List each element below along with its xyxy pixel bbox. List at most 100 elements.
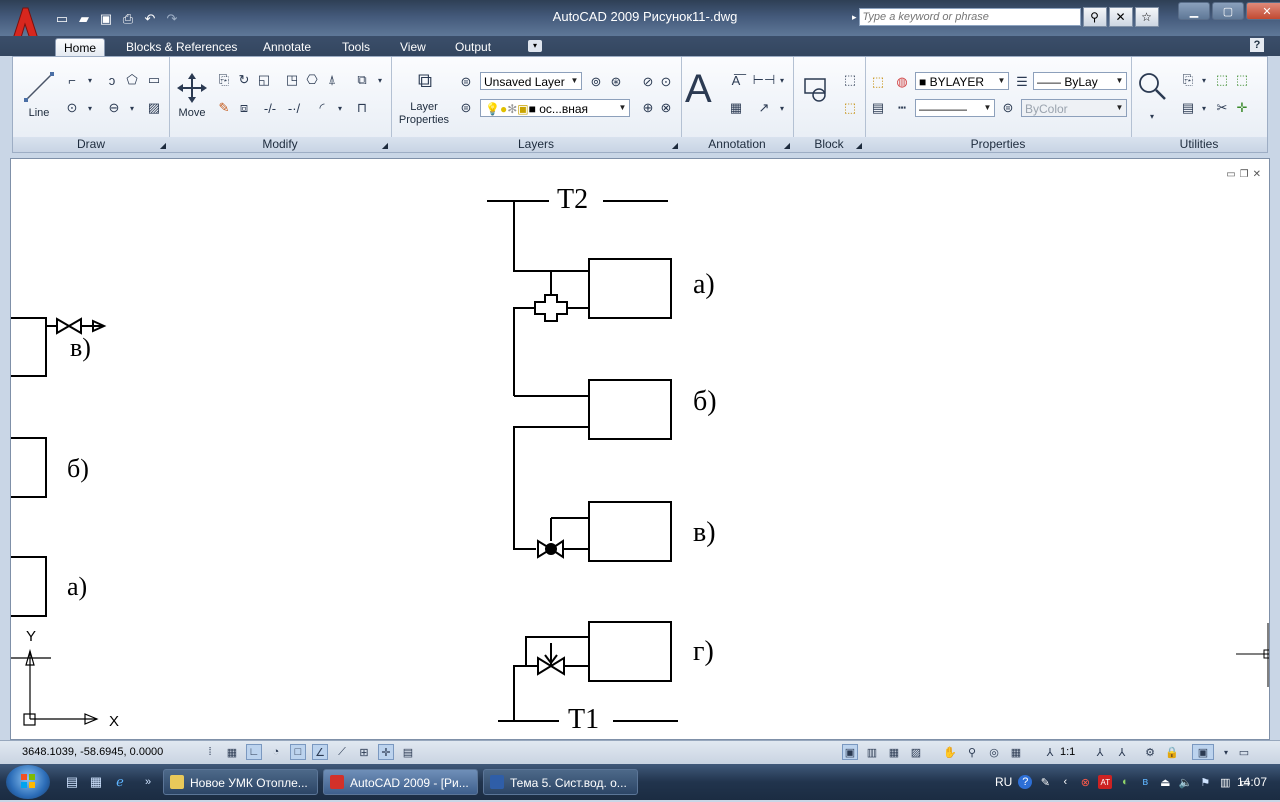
- polyline-icon[interactable]: ⌐: [63, 71, 81, 89]
- list-icon[interactable]: ▤: [869, 99, 887, 117]
- ellipse-icon[interactable]: ⊖: [105, 99, 123, 117]
- layers-panel-title[interactable]: Layers ◢: [391, 137, 681, 152]
- search-icon[interactable]: ⚲: [1082, 7, 1107, 27]
- save-icon[interactable]: ▣: [96, 10, 116, 28]
- circle-dropdown-icon[interactable]: ▾: [81, 99, 99, 117]
- layer-walk-icon[interactable]: ⊕: [639, 99, 657, 117]
- status-bar-menu-icon[interactable]: ▾: [1218, 744, 1234, 760]
- block-panel-title[interactable]: Block ◢: [793, 137, 865, 152]
- layer-unisolate-icon[interactable]: ⊙: [657, 73, 675, 91]
- paste-dropdown-icon[interactable]: ▾: [1195, 99, 1213, 117]
- mirror-icon[interactable]: ⍋: [323, 71, 341, 89]
- layer-properties-icon[interactable]: ⧉: [411, 67, 439, 95]
- zoom-status-icon[interactable]: ⚲: [964, 744, 980, 760]
- single-line-text-icon[interactable]: A͞: [727, 71, 745, 89]
- new-file-icon[interactable]: ▭: [52, 10, 72, 28]
- layout2-icon[interactable]: ▦: [886, 744, 902, 760]
- auto-scale-icon[interactable]: ⅄: [1114, 744, 1130, 760]
- internet-explorer-icon[interactable]: ℯ: [112, 774, 128, 790]
- model-space-icon[interactable]: ▣: [842, 744, 858, 760]
- annotation-visibility-icon[interactable]: ⅄: [1092, 744, 1108, 760]
- showmotion-icon[interactable]: ▦: [1008, 744, 1024, 760]
- ortho-icon[interactable]: ∟: [246, 744, 262, 760]
- color-wheel-icon[interactable]: ◍: [893, 73, 911, 91]
- layer-merge-icon[interactable]: ⊗: [657, 99, 675, 117]
- annotation-scale-dropdown[interactable]: 1:1: [1060, 746, 1075, 758]
- multiline-text-button[interactable]: A: [685, 67, 712, 112]
- properties-panel-title[interactable]: Properties: [865, 137, 1131, 152]
- stretch-icon[interactable]: ◳: [283, 71, 301, 89]
- line-tool-label[interactable]: Line: [25, 107, 53, 119]
- taskbar-item-folder[interactable]: Новое УМК Отопле...: [163, 769, 318, 795]
- quick-view-layouts-icon[interactable]: ▨: [908, 744, 924, 760]
- abbyy-icon[interactable]: AT: [1098, 775, 1113, 789]
- taskbar-item-word[interactable]: Тема 5. Сист.вод. о...: [483, 769, 638, 795]
- network-icon[interactable]: ▥: [1218, 775, 1232, 789]
- grid-icon[interactable]: ▦: [224, 744, 240, 760]
- clipboard-dropdown-icon[interactable]: ▾: [1195, 71, 1213, 89]
- language-indicator[interactable]: RU: [995, 775, 1012, 789]
- draw-panel-title[interactable]: Draw ◢: [13, 137, 169, 152]
- insert-block-icon[interactable]: [801, 73, 833, 105]
- trim-icon[interactable]: -/-: [261, 99, 279, 117]
- help-icon[interactable]: ?: [1250, 38, 1264, 52]
- action-center-icon[interactable]: ⚑: [1198, 775, 1212, 789]
- modify-panel-title[interactable]: Modify ◢: [169, 137, 391, 152]
- color-dropdown[interactable]: ■ BYLAYER ▼: [915, 72, 1009, 90]
- layout1-icon[interactable]: ▥: [864, 744, 880, 760]
- fillet-icon[interactable]: ◜: [313, 99, 331, 117]
- layer-state-icon[interactable]: ⊜: [457, 73, 475, 91]
- point-style-icon[interactable]: ✛: [1233, 99, 1251, 117]
- clean-screen-icon[interactable]: ▣: [1192, 744, 1214, 760]
- hatch-icon[interactable]: ▨: [145, 99, 163, 117]
- polyline-dropdown-icon[interactable]: ▾: [81, 71, 99, 89]
- restore-icon[interactable]: ❐: [1240, 169, 1249, 180]
- start-button[interactable]: [6, 765, 50, 799]
- fillet-dropdown-icon[interactable]: ▾: [331, 99, 349, 117]
- rectangle-icon[interactable]: ▭: [145, 71, 163, 89]
- close-icon[interactable]: ✕: [1253, 169, 1261, 180]
- antivirus-icon[interactable]: ⊗: [1078, 775, 1092, 789]
- layer-dropdown[interactable]: Unsaved Layer ▼: [480, 72, 582, 90]
- layer-previous-icon[interactable]: ⊛: [607, 73, 625, 91]
- help-tray-icon[interactable]: ?: [1018, 775, 1033, 789]
- array-icon[interactable]: ⎔: [303, 71, 321, 89]
- tab-output[interactable]: Output: [447, 38, 499, 56]
- object-snap-tracking-icon[interactable]: ∠: [312, 744, 328, 760]
- leader-icon[interactable]: ↗: [755, 99, 773, 117]
- copy-icon[interactable]: ⎘: [215, 71, 233, 89]
- leader-dropdown-icon[interactable]: ▾: [773, 99, 791, 117]
- minimize-button[interactable]: ▁: [1178, 2, 1210, 20]
- annotation-scale-icon[interactable]: ⅄: [1042, 744, 1058, 760]
- zoom-dropdown-icon[interactable]: ▾: [1143, 107, 1161, 125]
- annotation-panel-title[interactable]: Annotation ◢: [681, 137, 793, 152]
- move-tool-icon[interactable]: [177, 73, 207, 103]
- volume-icon[interactable]: 🔈: [1178, 775, 1192, 789]
- switch-windows-icon[interactable]: ▦: [88, 774, 104, 790]
- communication-center-icon[interactable]: ✕: [1108, 7, 1133, 27]
- layer-state-dropdown[interactable]: 💡●✻▣■ ос...вная ▼: [480, 99, 630, 117]
- steering-wheel-icon[interactable]: ◎: [986, 744, 1002, 760]
- polar-tracking-icon[interactable]: ◔: [268, 744, 284, 760]
- utilities-panel-title[interactable]: Utilities: [1131, 137, 1267, 152]
- update-icon[interactable]: ◐: [1118, 775, 1132, 789]
- tab-annotate[interactable]: Annotate: [255, 38, 319, 56]
- zoom-icon[interactable]: [1137, 71, 1167, 101]
- quick-select-icon[interactable]: ⬚: [1213, 71, 1231, 89]
- polygon-icon[interactable]: ⬠: [123, 71, 141, 89]
- cut-icon[interactable]: ✂: [1213, 99, 1231, 117]
- eject-icon[interactable]: ⏏: [1158, 775, 1172, 789]
- expand-arrow-icon[interactable]: ▸: [852, 12, 857, 23]
- move-tool-label[interactable]: Move: [175, 107, 209, 119]
- workspace-switching-icon[interactable]: ⚙: [1142, 744, 1158, 760]
- panel-expand-icon[interactable]: ◢: [672, 138, 678, 153]
- drawing-area[interactable]: T2 T1 а) б) в) г) в) б) а) Y X: [11, 159, 1269, 739]
- pen-tray-icon[interactable]: ✎: [1038, 775, 1052, 789]
- panel-expand-icon[interactable]: ◢: [856, 138, 862, 153]
- explode-icon[interactable]: ⊓: [353, 99, 371, 117]
- maximize-button[interactable]: ▢: [1212, 2, 1244, 20]
- redo-icon[interactable]: ↷: [162, 10, 182, 28]
- layer-isolate-icon[interactable]: ⊘: [639, 73, 657, 91]
- panel-expand-icon[interactable]: ◢: [160, 138, 166, 153]
- lineweight-dropdown[interactable]: —— ByLay ▼: [1033, 72, 1127, 90]
